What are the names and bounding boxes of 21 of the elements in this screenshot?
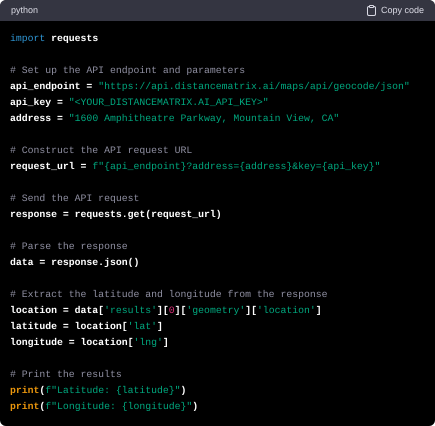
- code-line: print(f"Longitude: {longitude}"): [10, 400, 198, 414]
- code-line: api_key = "<YOUR_DISTANCEMATRIX.AI_API_KEY>": [10, 96, 269, 110]
- code-line: # Print the results: [10, 368, 122, 382]
- code-line: # Set up the API endpoint and parameters: [10, 64, 246, 78]
- code-line: # Send the API request: [10, 192, 140, 206]
- code-line: longitude = location['lng']: [10, 336, 169, 350]
- code-line: data = response.json(): [10, 256, 140, 270]
- copy-code-button[interactable]: Copy code: [366, 4, 424, 18]
- code-line: import requests: [10, 32, 98, 46]
- language-label: python: [11, 4, 38, 17]
- code-line: response = requests.get(request_url): [10, 208, 222, 222]
- code-line: print(f"Latitude: {latitude}"): [10, 384, 186, 398]
- code-line: address = "1600 Amphitheatre Parkway, Mountain View, CA": [10, 112, 340, 126]
- code-line: api_endpoint = "https://api.distancematrix.ai/maps/api/geocode/json": [10, 80, 410, 94]
- code-line: # Construct the API request URL: [10, 144, 192, 158]
- clipboard-icon: [366, 5, 376, 16]
- code-line: # Parse the response: [10, 240, 128, 254]
- code-line: location = data['results'][0]['geometry']['location']: [10, 304, 322, 318]
- code-line: request_url = f"{api_endpoint}?address={address}&key={api_key}": [10, 160, 380, 174]
- code-line: # Extract the latitude and longitude from the response: [10, 288, 328, 302]
- code-line: latitude = location['lat']: [10, 320, 163, 334]
